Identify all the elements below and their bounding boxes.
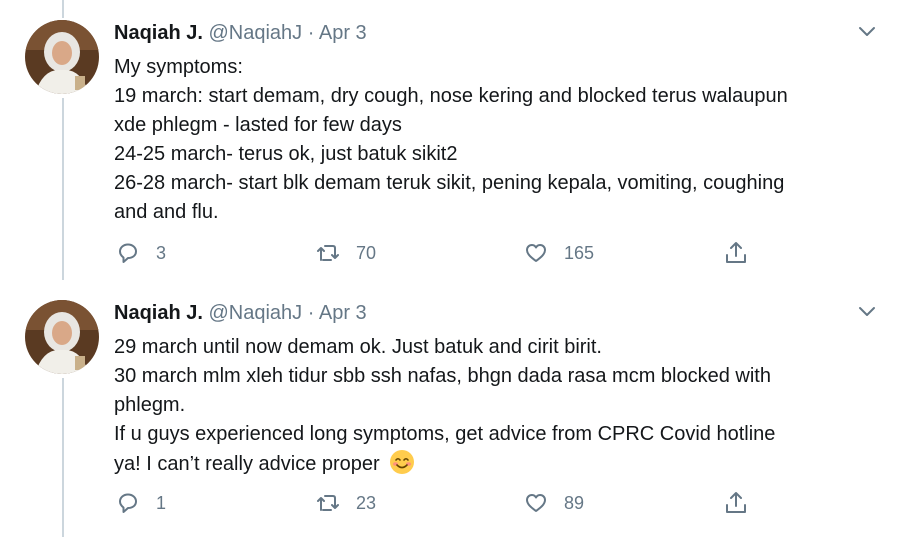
reply-button[interactable]: 3	[114, 239, 166, 267]
retweet-button[interactable]: 23	[314, 489, 376, 517]
tweet-line: 30 march mlm xleh tidur sbb ssh nafas, b…	[114, 365, 771, 387]
reply-count: 1	[156, 492, 167, 513]
separator-dot: ·	[307, 22, 315, 44]
tweet-line: xde phlegm - lasted for few days	[114, 114, 402, 136]
tweet-date[interactable]: Apr 3	[319, 302, 367, 324]
tweet-text: 29 march until now demam ok. Just batuk …	[114, 333, 884, 479]
reply-icon	[119, 243, 137, 263]
like-button[interactable]: 89	[522, 489, 584, 517]
author-handle[interactable]: @NaqiahJ	[208, 302, 302, 324]
reply-count: 3	[156, 242, 167, 263]
share-icon	[726, 242, 746, 263]
share-button[interactable]	[722, 489, 750, 517]
author-name[interactable]: Naqiah J.	[114, 302, 203, 324]
heart-icon	[526, 494, 546, 512]
tweet-line: ya! I can’t really advice proper	[114, 453, 380, 475]
tweet[interactable]: Naqiah J. @NaqiahJ · Apr 3 My symptoms: …	[0, 0, 900, 280]
tweet[interactable]: Naqiah J. @NaqiahJ · Apr 3 29 march unti…	[0, 280, 900, 537]
chevron-down-icon[interactable]	[855, 299, 879, 323]
reply-icon	[119, 493, 137, 513]
author-name[interactable]: Naqiah J.	[114, 22, 203, 44]
like-count: 89	[564, 492, 585, 513]
retweet-count: 23	[356, 492, 377, 513]
share-button[interactable]	[722, 239, 750, 267]
tweet-line-with-emoji: ya! I can’t really advice proper	[114, 449, 884, 479]
tweet-line: 24-25 march- terus ok, just batuk sikit2	[114, 143, 458, 165]
heart-icon	[526, 244, 546, 262]
chevron-down-icon[interactable]	[855, 19, 879, 43]
tweet-date[interactable]: Apr 3	[319, 22, 367, 44]
like-count: 165	[564, 242, 595, 263]
tweet-line: and and flu.	[114, 201, 219, 223]
tweet-line: 19 march: start demam, dry cough, nose k…	[114, 85, 788, 107]
tweet-actions: 1 23 89	[114, 489, 774, 519]
retweet-button[interactable]: 70	[314, 239, 376, 267]
tweet-line: phlegm.	[114, 394, 186, 416]
avatar[interactable]	[25, 20, 99, 94]
tweet-header: Naqiah J. @NaqiahJ · Apr 3	[114, 22, 367, 45]
retweet-icon	[317, 245, 339, 261]
tweet-line: If u guys experienced long symptoms, get…	[114, 423, 776, 445]
share-icon	[726, 492, 746, 513]
reply-button[interactable]: 1	[114, 489, 166, 517]
avatar[interactable]	[25, 300, 99, 374]
separator-dot: ·	[307, 302, 315, 324]
retweet-count: 70	[356, 242, 377, 263]
tweet-actions: 3 70 165	[114, 239, 774, 269]
tweet-text: My symptoms: 19 march: start demam, dry …	[114, 53, 884, 227]
author-handle[interactable]: @NaqiahJ	[208, 22, 302, 44]
like-button[interactable]: 165	[522, 239, 594, 267]
tweet-line: 26-28 march- start blk demam teruk sikit…	[114, 172, 785, 194]
tweet-header: Naqiah J. @NaqiahJ · Apr 3	[114, 302, 367, 325]
retweet-icon	[317, 495, 339, 511]
tweet-line: 29 march until now demam ok. Just batuk …	[114, 336, 602, 358]
tweet-line: My symptoms:	[114, 56, 243, 78]
smiling-face-emoji-icon	[390, 450, 415, 474]
